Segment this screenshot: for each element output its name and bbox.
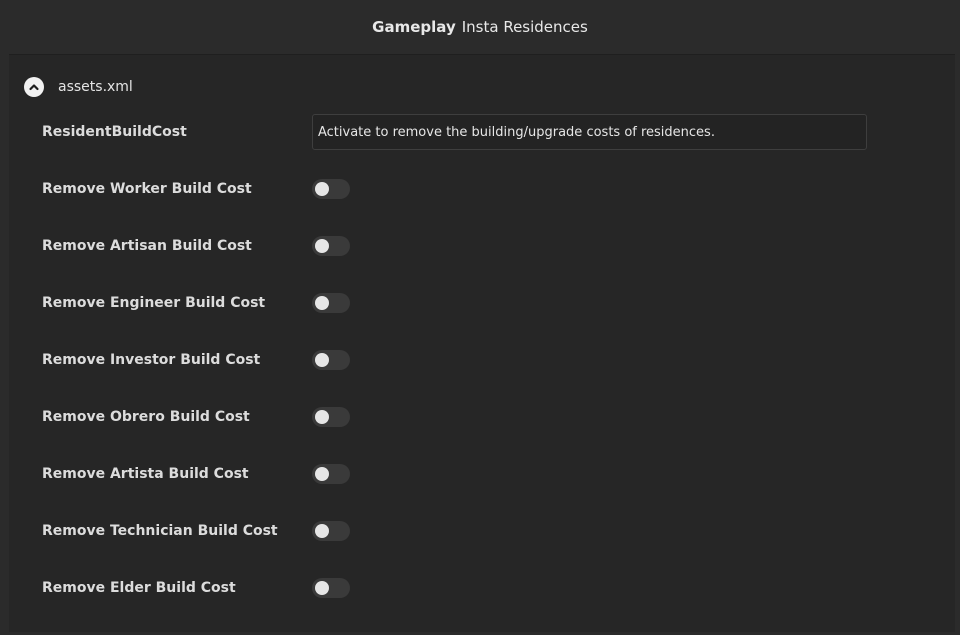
window-header: Gameplay Insta Residences — [0, 0, 960, 54]
toggle-knob — [315, 182, 329, 196]
option-label: Remove Obrero Build Cost — [42, 409, 250, 425]
toggle-knob — [315, 239, 329, 253]
resident-build-cost-label: ResidentBuildCost — [42, 124, 187, 140]
toggle-switch[interactable] — [312, 236, 350, 256]
option-label: Remove Elder Build Cost — [42, 580, 236, 596]
option-row-artista: Remove Artista Build Cost — [42, 456, 350, 492]
toggle-knob — [315, 353, 329, 367]
option-row-worker: Remove Worker Build Cost — [42, 171, 350, 207]
toggle-knob — [315, 524, 329, 538]
toggle-switch[interactable] — [312, 578, 350, 598]
toggle-switch[interactable] — [312, 521, 350, 541]
toggle-knob — [315, 581, 329, 595]
chevron-up-icon[interactable] — [24, 77, 44, 97]
section-assets-xml[interactable]: assets.xml — [24, 77, 133, 97]
section-label: assets.xml — [58, 79, 133, 95]
resident-build-cost-row: ResidentBuildCost Activate to remove the… — [42, 114, 867, 150]
option-row-engineer: Remove Engineer Build Cost — [42, 285, 350, 321]
option-row-elder: Remove Elder Build Cost — [42, 570, 350, 606]
toggle-switch[interactable] — [312, 407, 350, 427]
option-label: Remove Engineer Build Cost — [42, 295, 266, 311]
toggle-switch[interactable] — [312, 179, 350, 199]
option-label: Remove Technician Build Cost — [42, 523, 278, 539]
option-label: Remove Worker Build Cost — [42, 181, 252, 197]
toggle-knob — [315, 410, 329, 424]
toggle-switch[interactable] — [312, 350, 350, 370]
option-row-technician: Remove Technician Build Cost — [42, 513, 350, 549]
resident-build-cost-description: Activate to remove the building/upgrade … — [312, 114, 867, 150]
toggle-knob — [315, 467, 329, 481]
settings-panel: assets.xml ResidentBuildCost Activate to… — [9, 54, 955, 632]
toggle-switch[interactable] — [312, 293, 350, 313]
description-text: Activate to remove the building/upgrade … — [318, 124, 715, 140]
option-row-investor: Remove Investor Build Cost — [42, 342, 350, 378]
header-title: Insta Residences — [461, 18, 588, 36]
header-category: Gameplay — [372, 18, 456, 36]
option-row-artisan: Remove Artisan Build Cost — [42, 228, 350, 264]
option-label: Remove Artisan Build Cost — [42, 238, 252, 254]
mod-settings-window: Gameplay Insta Residences assets.xml Res… — [0, 0, 960, 635]
option-label: Remove Artista Build Cost — [42, 466, 249, 482]
toggle-switch[interactable] — [312, 464, 350, 484]
toggle-knob — [315, 296, 329, 310]
option-label: Remove Investor Build Cost — [42, 352, 261, 368]
option-row-obrero: Remove Obrero Build Cost — [42, 399, 350, 435]
